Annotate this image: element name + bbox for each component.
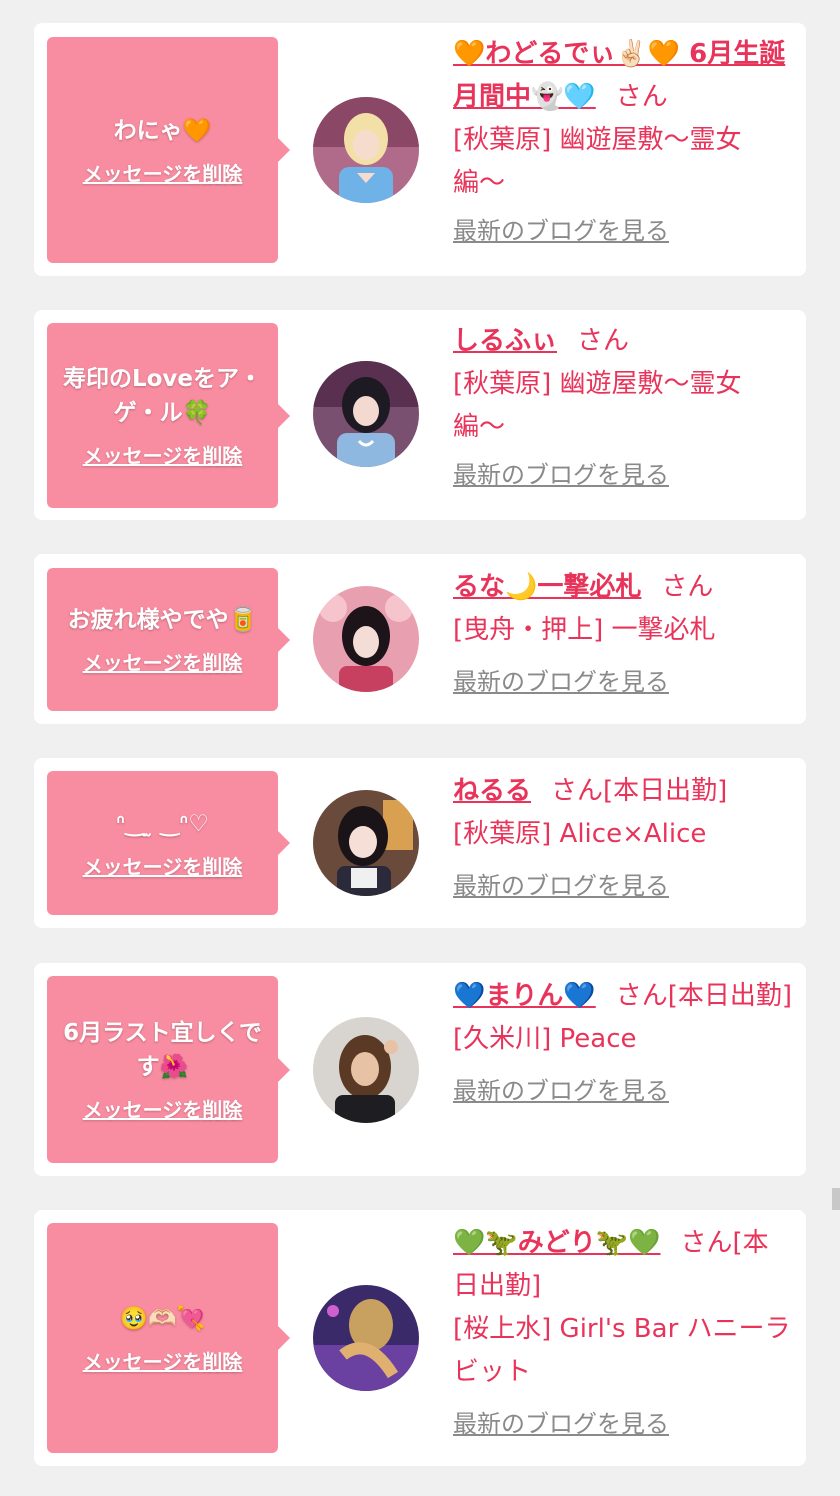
delete-message-link[interactable]: メッセージを削除 <box>83 158 243 187</box>
latest-blog-link[interactable]: 最新のブログを見る <box>453 1071 669 1106</box>
shop-label: [久米川] Peace <box>453 1024 637 1054</box>
message-bubble: 6月ラスト宜しくです🌺 メッセージを削除 <box>47 976 290 1163</box>
message-text: 寿印のLoveをア・ゲ・ル🍀 <box>62 366 263 426</box>
message-bubble: 🥹🫶🏻💘 メッセージを削除 <box>47 1223 290 1453</box>
cast-info: 🧡わどるでぃ✌🏻🧡 6月生誕月間中👻🩵 さん [秋葉原] 幽遊屋敷〜霊女編〜 最新… <box>453 33 793 246</box>
scrollbar-thumb[interactable] <box>832 1188 840 1210</box>
delete-message-link[interactable]: メッセージを削除 <box>83 440 243 469</box>
honorific: さん[本日出勤] <box>615 981 793 1011</box>
message-card: ᐢ‿ ̫ ‿ᐢ♡ メッセージを削除 ねるる さん[本日出勤] [秋葉原] Alic… <box>34 758 806 928</box>
honorific: さん <box>615 82 668 112</box>
cast-info: ねるる さん[本日出勤] [秋葉原] Alice×Alice 最新のブログを見る <box>453 770 793 901</box>
latest-blog-link[interactable]: 最新のブログを見る <box>453 866 669 901</box>
cast-name-link[interactable]: 💚🦖みどり🦖💚 <box>453 1228 661 1258</box>
delete-message-link[interactable]: メッセージを削除 <box>83 1346 243 1375</box>
honorific: さん <box>577 326 630 356</box>
shop-label: [秋葉原] Alice×Alice <box>453 819 707 849</box>
delete-message-link[interactable]: メッセージを削除 <box>83 647 243 676</box>
cast-info: しるふぃ さん [秋葉原] 幽遊屋敷〜霊女編〜 最新のブログを見る <box>453 320 793 490</box>
latest-blog-link[interactable]: 最新のブログを見る <box>453 211 669 246</box>
message-card: お疲れ様やでや🥫 メッセージを削除 るな🌙一撃必札 さん [曳舟・押上] 一撃必札… <box>34 554 806 724</box>
message-text: わにゃ🧡 <box>113 117 212 144</box>
cast-info: 💚🦖みどり🦖💚 さん[本日出勤] [桜上水] Girl's Bar ハニーラビット… <box>453 1222 793 1439</box>
message-bubble: ᐢ‿ ̫ ‿ᐢ♡ メッセージを削除 <box>47 771 290 915</box>
message-text: 🥹🫶🏻💘 <box>119 1305 206 1332</box>
avatar[interactable] <box>313 790 419 896</box>
message-text: お疲れ様やでや🥫 <box>67 607 258 633</box>
shop-label: [曳舟・押上] 一撃必札 <box>453 615 716 645</box>
cast-name-line: 🧡わどるでぃ✌🏻🧡 6月生誕月間中👻🩵 さん <box>453 33 793 119</box>
cast-name-link[interactable]: ねるる <box>453 776 531 806</box>
latest-blog-link[interactable]: 最新のブログを見る <box>453 455 669 490</box>
message-text: ᐢ‿ ̫ ‿ᐢ♡ <box>116 810 209 837</box>
cast-name-line: ねるる さん[本日出勤] <box>453 770 793 813</box>
cast-name-link[interactable]: 💙まりん💙 <box>453 981 596 1011</box>
message-card: 🥹🫶🏻💘 メッセージを削除 💚🦖みどり🦖💚 さん[本日出勤] [桜上水] Girl… <box>34 1210 806 1466</box>
cast-info: るな🌙一撃必札 さん [曳舟・押上] 一撃必札 最新のブログを見る <box>453 566 793 697</box>
cast-name-line: しるふぃ さん <box>453 320 793 363</box>
honorific: さん[本日出勤] <box>551 776 728 806</box>
message-card: 6月ラスト宜しくです🌺 メッセージを削除 💙まりん💙 さん[本日出勤] [久米川]… <box>34 963 806 1176</box>
message-card: わにゃ🧡 メッセージを削除 🧡わどるでぃ✌🏻🧡 6月生誕月間中👻🩵 さん [秋葉原… <box>34 23 806 276</box>
latest-blog-link[interactable]: 最新のブログを見る <box>453 1404 669 1439</box>
message-bubble: わにゃ🧡 メッセージを削除 <box>47 37 290 263</box>
shop-label: [秋葉原] 幽遊屋敷〜霊女編〜 <box>453 369 742 442</box>
message-bubble: 寿印のLoveをア・ゲ・ル🍀 メッセージを削除 <box>47 323 290 508</box>
cast-name-link[interactable]: しるふぃ <box>453 326 557 356</box>
avatar[interactable] <box>313 97 419 203</box>
message-bubble: お疲れ様やでや🥫 メッセージを削除 <box>47 568 290 711</box>
message-card: 寿印のLoveをア・ゲ・ル🍀 メッセージを削除 しるふぃ さん [秋葉原] 幽遊屋… <box>34 310 806 520</box>
latest-blog-link[interactable]: 最新のブログを見る <box>453 662 669 697</box>
avatar[interactable] <box>313 361 419 467</box>
honorific: さん <box>661 572 714 602</box>
avatar[interactable] <box>313 1017 419 1123</box>
avatar[interactable] <box>313 1285 419 1391</box>
delete-message-link[interactable]: メッセージを削除 <box>83 1094 243 1123</box>
cast-name-link[interactable]: るな🌙一撃必札 <box>453 572 641 602</box>
message-text: 6月ラスト宜しくです🌺 <box>63 1020 262 1080</box>
cast-name-line: 💚🦖みどり🦖💚 さん[本日出勤] <box>453 1222 793 1308</box>
shop-label: [桜上水] Girl's Bar ハニーラビット <box>453 1314 791 1387</box>
delete-message-link[interactable]: メッセージを削除 <box>83 851 243 880</box>
shop-label: [秋葉原] 幽遊屋敷〜霊女編〜 <box>453 125 742 198</box>
avatar[interactable] <box>313 586 419 692</box>
cast-info: 💙まりん💙 さん[本日出勤] [久米川] Peace 最新のブログを見る <box>453 975 793 1106</box>
cast-name-line: るな🌙一撃必札 さん <box>453 566 793 609</box>
cast-name-line: 💙まりん💙 さん[本日出勤] <box>453 975 793 1018</box>
